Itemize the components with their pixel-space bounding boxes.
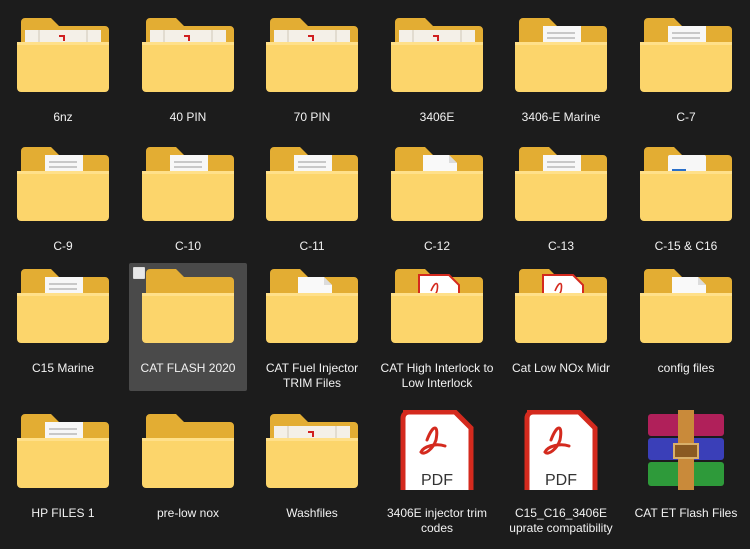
- file-label: CAT Fuel Injector TRIM Files: [265, 361, 359, 390]
- file-label: 3406-E Marine: [521, 110, 601, 124]
- file-item[interactable]: 40 PIN: [129, 12, 247, 140]
- file-label: C-15 & C16: [654, 239, 718, 253]
- folder-docs-icon: [264, 143, 360, 223]
- file-label: Washfiles: [286, 506, 338, 520]
- folder-docs-icon: [15, 265, 111, 345]
- file-item[interactable]: C15 Marine: [4, 263, 122, 391]
- folder-page-icon: [638, 265, 734, 345]
- file-item[interactable]: 3406-E Marine: [502, 12, 620, 140]
- file-label: 6nz: [53, 110, 73, 124]
- file-item[interactable]: C-11: [253, 141, 371, 269]
- file-item[interactable]: C-12: [378, 141, 496, 269]
- file-label: HP FILES 1: [31, 506, 95, 520]
- folder-image-icon: [638, 143, 734, 223]
- file-item[interactable]: 70 PIN: [253, 12, 371, 140]
- file-item[interactable]: CAT Fuel Injector TRIM Files: [253, 263, 371, 391]
- folder-docs-icon: [15, 143, 111, 223]
- file-item[interactable]: CAT FLASH 2020: [129, 263, 247, 391]
- svg-text:PDF: PDF: [545, 472, 577, 489]
- folder-docs-icon: [638, 14, 734, 94]
- folder-redmark-icon: [15, 14, 111, 94]
- file-item[interactable]: C-9: [4, 141, 122, 269]
- file-label: C-7: [676, 110, 696, 124]
- file-label: Cat Low NOx Midr: [511, 361, 611, 375]
- file-label: C-11: [299, 239, 325, 253]
- pdf-file-icon: PDF: [389, 409, 485, 499]
- folder-docs-icon: [513, 14, 609, 94]
- file-label: CAT ET Flash Files: [634, 506, 738, 520]
- folder-docs-icon: [140, 143, 236, 223]
- file-item[interactable]: pre-low nox: [129, 408, 247, 536]
- file-item[interactable]: PDF C15_C16_3406E uprate compatibility: [502, 408, 620, 536]
- folder-page-icon: [389, 143, 485, 223]
- file-label: C-9: [53, 239, 73, 253]
- file-label: 40 PIN: [169, 110, 207, 124]
- file-item[interactable]: C-13: [502, 141, 620, 269]
- file-label: 3406E injector trim codes: [386, 506, 488, 535]
- file-label: C-12: [423, 239, 450, 253]
- folder-pdf-icon: [389, 265, 485, 345]
- pdf-file-icon: PDF: [513, 409, 609, 499]
- file-label: C-13: [547, 239, 574, 253]
- folder-empty-icon: [140, 410, 236, 490]
- file-item[interactable]: config files: [627, 263, 745, 391]
- file-item[interactable]: C-10: [129, 141, 247, 269]
- file-label: pre-low nox: [156, 506, 220, 520]
- folder-redmark-icon: [264, 410, 360, 490]
- file-item[interactable]: C-15 & C16: [627, 141, 745, 269]
- file-item[interactable]: CAT High Interlock to Low Interlock: [378, 263, 496, 391]
- file-item[interactable]: HP FILES 1: [4, 408, 122, 536]
- file-label: 70 PIN: [293, 110, 331, 124]
- file-item[interactable]: C-7: [627, 12, 745, 140]
- file-label: C-10: [174, 239, 201, 253]
- file-item[interactable]: Cat Low NOx Midr: [502, 263, 620, 391]
- file-label: C15 Marine: [31, 361, 95, 375]
- folder-empty-icon: [140, 265, 236, 345]
- file-item[interactable]: Washfiles: [253, 408, 371, 536]
- file-label: C15_C16_3406E uprate compatibility: [509, 506, 613, 535]
- file-label: CAT FLASH 2020: [140, 361, 236, 375]
- folder-docs-icon: [513, 143, 609, 223]
- file-item[interactable]: CAT ET Flash Files: [627, 408, 745, 536]
- file-label: CAT High Interlock to Low Interlock: [380, 361, 494, 390]
- file-item[interactable]: 6nz: [4, 12, 122, 140]
- folder-redmark-icon: [389, 14, 485, 94]
- folder-pdf-icon: [513, 265, 609, 345]
- file-label: config files: [657, 361, 715, 375]
- file-label: 3406E: [419, 110, 455, 124]
- svg-text:PDF: PDF: [421, 472, 453, 489]
- file-item[interactable]: 3406E: [378, 12, 496, 140]
- folder-docs-icon: [15, 410, 111, 490]
- folder-page-icon: [264, 265, 360, 345]
- folder-redmark-icon: [140, 14, 236, 94]
- rar-archive-icon: [638, 410, 734, 490]
- file-grid: 6nz 40 PIN 70 PIN 3406E 3406-E Marine C-7 C-9 C…: [0, 0, 750, 549]
- file-item[interactable]: PDF 3406E injector trim codes: [378, 408, 496, 536]
- folder-redmark-icon: [264, 14, 360, 94]
